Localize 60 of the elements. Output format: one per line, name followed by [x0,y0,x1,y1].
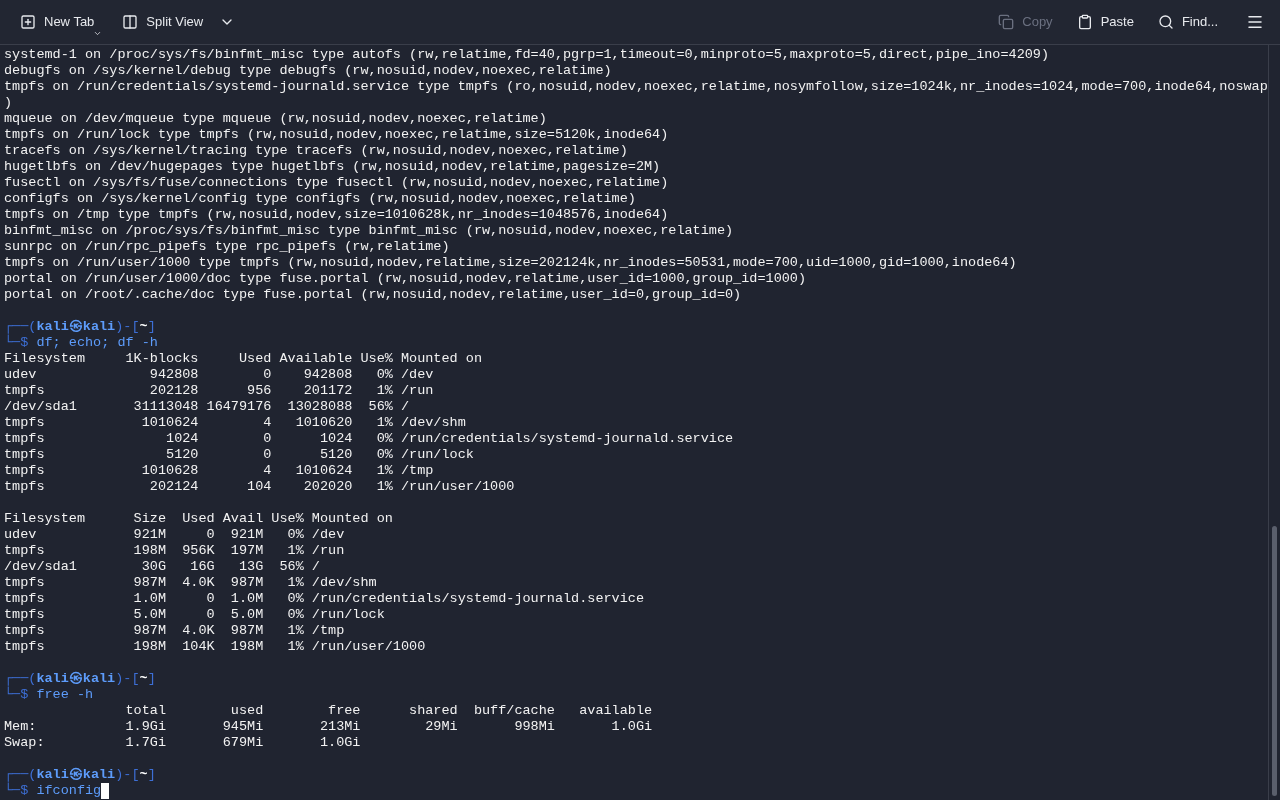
terminal-output-line: tmpfs 1.0M 0 1.0M 0% /run/credentials/systemd-journald.service [4,591,645,607]
prompt-line: ┌──(kali㉿kali)-[~] [4,767,157,783]
find-button[interactable]: Find... [1149,6,1226,38]
terminal-output-line: tmpfs 5.0M 0 5.0M 0% /run/lock [4,607,386,623]
split-view-button[interactable]: Split View [114,6,244,38]
terminal-output-line: tmpfs 198M 956K 197M 1% /run [4,543,346,559]
terminal-output-line: tmpfs 202128 956 201172 1% /run [4,383,435,399]
terminal-output-line: Mem: 1.9Gi 945Mi 213Mi 29Mi 998Mi 1.0Gi [4,719,654,735]
terminal-output-line: /dev/sda1 30G 16G 13G 56% / [4,559,321,575]
terminal-output-line: total used free shared buff/cache available [124,703,654,719]
terminal-output-line: mqueue on /dev/mqueue type mqueue (rw,nosuid,nodev,noexec,relatime) [4,111,548,127]
terminal-output-line: configfs on /sys/kernel/config type configfs (rw,nosuid,nodev,noexec,relatime) [4,191,637,207]
terminal-output-line: tracefs on /sys/kernel/tracing type tracefs (rw,nosuid,nodev,noexec,relatime) [4,143,629,159]
terminal-output-line: fusectl on /sys/fs/fuse/connections type fusectl (rw,nosuid,nodev,noexec,relatime) [4,175,670,191]
terminal-output-line: tmpfs 5120 0 5120 0% /run/lock [4,447,475,463]
plus-square-icon [20,14,36,30]
terminal-output-line: tmpfs 987M 4.0K 987M 1% /dev/shm [4,575,378,591]
caret-icon [93,29,103,38]
terminal-output-line: sunrpc on /run/rpc_pipefs type rpc_pipefs (rw,relatime) [4,239,451,255]
new-tab-button[interactable]: New Tab [12,6,103,38]
scrollbar[interactable] [1268,45,1280,800]
command-text: df; echo; df -h [36,335,158,351]
terminal-output-line: Filesystem 1K-blocks Used Available Use% Mounted on [4,351,483,367]
text-cursor [101,783,110,799]
terminal-output-line: tmpfs on /run/credentials/systemd-journald.service type tmpfs (ro,nosuid,nodev,noexec,relatime,nosymfollow,size=1024k,nr_inodes=1024,mode=700,inode64,noswap [4,79,1268,95]
terminal-output-line: binfmt_misc on /proc/sys/fs/binfmt_misc type binfmt_misc (rw,nosuid,nodev,noexec,relatime) [4,223,735,239]
prompt-symbol: └─$ [4,335,29,351]
terminal-output-line: tmpfs 1024 0 1024 0% /run/credentials/systemd-journald.service [4,431,735,447]
menu-icon [1246,13,1264,31]
columns-icon [122,14,139,30]
terminal-output-line: udev 942808 0 942808 0% /dev [4,367,435,383]
command-text: free -h [36,687,94,703]
prompt-line: ┌──(kali㉿kali)-[~] [4,319,157,335]
terminal-output-line: debugfs on /sys/kernel/debug type debugfs (rw,nosuid,nodev,noexec,relatime) [4,63,613,79]
terminal-output-line: tmpfs on /run/user/1000 type tmpfs (rw,nosuid,nodev,relatime,size=202124k,nr_inodes=50531,mode=700,uid=1000,gid=1000,inode64) [4,255,1018,271]
terminal-output-line: tmpfs 1010628 4 1010624 1% /tmp [4,463,435,479]
terminal-output-line: Filesystem Size Used Avail Use% Mounted on [4,511,394,527]
terminal-output-line: portal on /run/user/1000/doc type fuse.portal (rw,nosuid,nodev,relatime,user_id=1000,group_id=1000) [4,271,808,287]
scrollbar-thumb[interactable] [1272,526,1277,796]
copy-icon [998,14,1015,30]
terminal-output-line: tmpfs 1010624 4 1010620 1% /dev/shm [4,415,467,431]
prompt-line: ┌──(kali㉿kali)-[~] [4,671,157,687]
terminal-output-line: hugetlbfs on /dev/hugepages type hugetlbfs (rw,nosuid,nodev,relatime,pagesize=2M) [4,159,662,175]
terminal-output-line: systemd-1 on /proc/sys/fs/binfmt_misc type autofs (rw,relatime,fd=40,pgrp=1,timeout=0,minproto=5,maxproto=5,direct,pipe_ino=4209) [4,47,1051,63]
prompt-symbol: └─$ [4,687,29,703]
terminal-output-line: tmpfs 202124 104 202020 1% /run/user/1000 [4,479,516,495]
terminal-output-line: tmpfs on /tmp type tmpfs (rw,nosuid,nodev,size=1010628k,nr_inodes=1048576,inode64) [4,207,670,223]
terminal-output-line: Swap: 1.7Gi 679Mi 1.0Gi [4,735,362,751]
clipboard-icon [1076,14,1093,30]
terminal-output-line: /dev/sda1 31113048 16479176 13028088 56% / [4,399,411,415]
search-icon [1157,14,1174,30]
terminal-output-line: tmpfs on /run/lock type tmpfs (rw,nosuid,nodev,noexec,relatime,size=5120k,inode64) [4,127,670,143]
terminal-output-line: tmpfs 987M 4.0K 987M 1% /tmp [4,623,346,639]
terminal-output-line: tmpfs 198M 104K 198M 1% /run/user/1000 [4,639,427,655]
command-text: ifconfig [36,783,102,799]
paste-button[interactable]: Paste [1068,6,1142,38]
terminal-output-line: udev 921M 0 921M 0% /dev [4,527,346,543]
terminal-output-line: portal on /root/.cache/doc type fuse.portal (rw,nosuid,nodev,relatime,user_id=0,group_id=0) [4,287,743,303]
prompt-symbol: └─$ [4,783,29,799]
terminal-output-line: ) [4,95,14,111]
